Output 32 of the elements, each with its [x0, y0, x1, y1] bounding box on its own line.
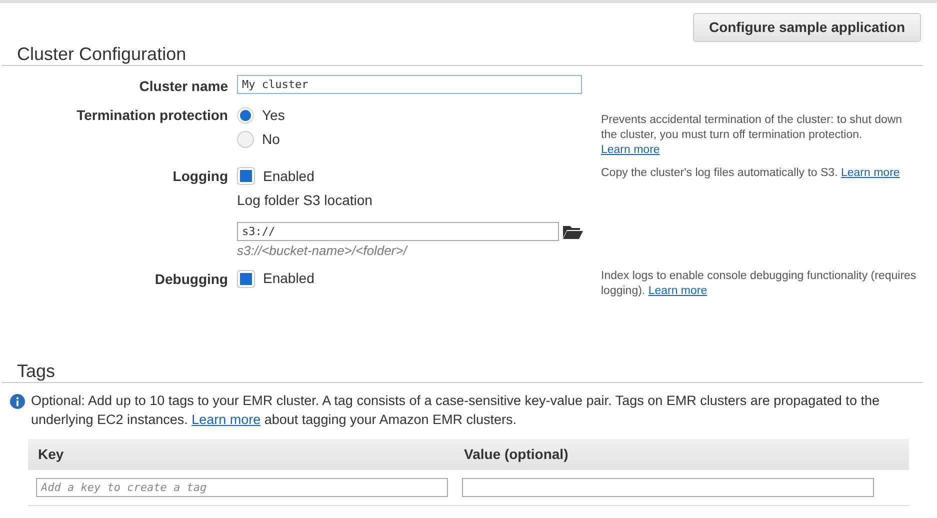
column-header: Key — [37, 445, 65, 464]
checkbox[interactable] — [237, 270, 255, 288]
option-label: Enabled — [263, 269, 314, 288]
folder-icon[interactable] — [563, 224, 583, 238]
field-label: Termination protection — [76, 106, 228, 125]
learn-more-link[interactable]: Learn more — [601, 144, 660, 156]
option-label: No — [262, 130, 280, 148]
learn-more-link[interactable]: Learn more — [648, 284, 708, 296]
field-label: Debugging — [154, 270, 228, 289]
radio-button[interactable] — [237, 130, 254, 148]
section-title: Tags — [16, 360, 56, 382]
section-title: Cluster Configuration — [16, 43, 188, 65]
help-text: Index logs to enable console debugging functionality (requires logging). Learn more — [601, 268, 918, 298]
configure-sample-application-button[interactable]: Configure sample application — [692, 13, 921, 42]
help-text: Prevents accidental termination of the cluster: to shut down the cluster, you must turn off termination protection. Learn more — [601, 113, 904, 158]
column-header: Value (optional) — [463, 445, 570, 464]
option-label: Yes — [262, 106, 285, 124]
hint-text: s3://<bucket-name>/<folder>/ — [237, 242, 409, 260]
learn-more-link[interactable]: Learn more — [192, 412, 261, 428]
radio-button[interactable] — [237, 106, 254, 124]
help-text: Copy the cluster's log files automatically to S3. Learn more — [601, 166, 901, 181]
s3-location-field[interactable]: s3:// — [237, 222, 559, 241]
value-field[interactable] — [462, 478, 874, 498]
checkbox[interactable] — [237, 167, 255, 185]
info-text: Optional: Add up to 10 tags to your EMR cluster. A tag consists of a case-sensitive key-value pair. Tags on EMR clusters are propagated to the underlying EC2 instances. Learn more about tagging your Amazon EMR clusters. — [31, 392, 880, 430]
learn-more-link[interactable]: Learn more — [840, 167, 900, 179]
field-label: Logging — [172, 167, 228, 186]
info-icon — [10, 394, 25, 410]
option-label: Enabled — [263, 166, 314, 186]
field-label: Cluster name — [138, 77, 228, 96]
cluster-name-field[interactable]: My cluster — [237, 75, 582, 94]
sub-label: Log folder S3 location — [237, 190, 374, 210]
